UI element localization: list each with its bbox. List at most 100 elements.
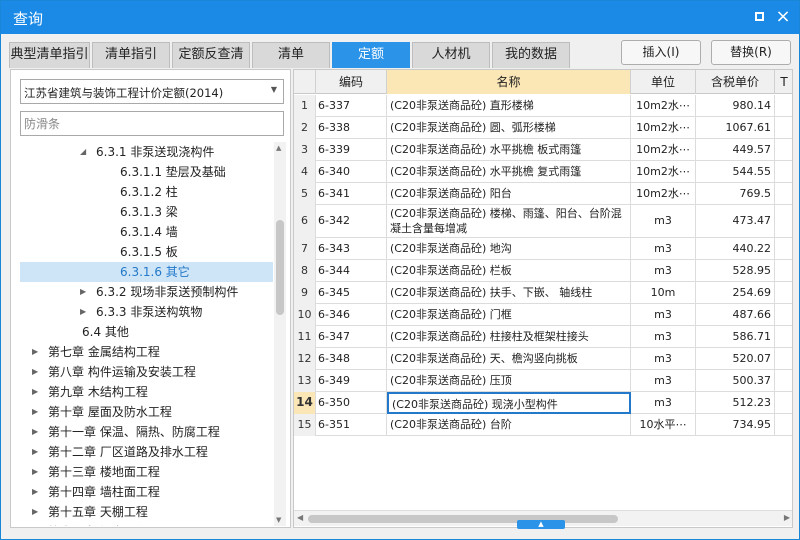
extra-cell[interactable]	[775, 95, 792, 117]
expand-arrow-icon[interactable]: ▶	[80, 302, 90, 322]
tab-typical-list-guide[interactable]: 典型清单指引	[9, 42, 90, 68]
code-cell[interactable]: 6-343	[316, 238, 387, 260]
row-number[interactable]: 5	[294, 183, 316, 205]
name-column-header[interactable]: 名称	[387, 70, 631, 94]
unit-column-header[interactable]: 单位	[631, 70, 696, 94]
code-cell[interactable]: 6-341	[316, 183, 387, 205]
name-cell[interactable]: (C20非泵送商品砼) 栏板	[387, 260, 631, 282]
code-cell[interactable]: 6-342	[316, 205, 387, 238]
price-cell[interactable]: 440.22	[696, 238, 775, 260]
unit-cell[interactable]: 10m	[631, 282, 696, 304]
unit-cell[interactable]: m3	[631, 370, 696, 392]
unit-cell[interactable]: m3	[631, 348, 696, 370]
unit-cell[interactable]: m3	[631, 260, 696, 282]
tree-node[interactable]: ▶ 第八章 构件运输及安装工程	[20, 362, 273, 382]
price-cell[interactable]: 544.55	[696, 161, 775, 183]
name-cell[interactable]: (C20非泵送商品砼) 扶手、下嵌、 轴线柱	[387, 282, 631, 304]
extra-cell[interactable]	[775, 117, 792, 139]
table-row[interactable]: 10 6-346 (C20非泵送商品砼) 门框 m3 487.66	[294, 304, 792, 326]
tab-quota[interactable]: 定额	[332, 42, 410, 68]
table-row[interactable]: 15 6-351 (C20非泵送商品砼) 台阶 10水平⋯ 734.95	[294, 414, 792, 436]
scroll-down-icon[interactable]: ▼	[276, 516, 281, 524]
table-row[interactable]: 12 6-348 (C20非泵送商品砼) 天、檐沟竖向挑板 m3 520.07	[294, 348, 792, 370]
table-row[interactable]: 9 6-345 (C20非泵送商品砼) 扶手、下嵌、 轴线柱 10m 254.69	[294, 282, 792, 304]
name-cell[interactable]: (C20非泵送商品砼) 阳台	[387, 183, 631, 205]
price-cell[interactable]: 1067.61	[696, 117, 775, 139]
code-cell[interactable]: 6-347	[316, 326, 387, 348]
extra-cell[interactable]	[775, 139, 792, 161]
row-number[interactable]: 1	[294, 95, 316, 117]
row-number[interactable]: 15	[294, 414, 316, 436]
extra-cell[interactable]	[775, 392, 792, 414]
unit-cell[interactable]: 10m2水⋯	[631, 183, 696, 205]
scroll-up-icon[interactable]: ▲	[276, 144, 281, 152]
unit-cell[interactable]: 10m2水⋯	[631, 139, 696, 161]
code-cell[interactable]: 6-348	[316, 348, 387, 370]
table-row[interactable]: 4 6-340 (C20非泵送商品砼) 水平挑檐 复式雨篷 10m2水⋯ 544.55	[294, 161, 792, 183]
row-number[interactable]: 12	[294, 348, 316, 370]
price-cell[interactable]: 473.47	[696, 205, 775, 238]
row-number[interactable]: 2	[294, 117, 316, 139]
name-cell[interactable]: (C20非泵送商品砼) 直形楼梯	[387, 95, 631, 117]
unit-cell[interactable]: m3	[631, 326, 696, 348]
price-cell[interactable]: 769.5	[696, 183, 775, 205]
table-row[interactable]: 8 6-344 (C20非泵送商品砼) 栏板 m3 528.95	[294, 260, 792, 282]
row-number[interactable]: 8	[294, 260, 316, 282]
expand-arrow-icon[interactable]: ▶	[32, 382, 42, 402]
price-cell[interactable]: 487.66	[696, 304, 775, 326]
tree-node[interactable]: 6.3.1.3 梁	[20, 202, 273, 222]
price-cell[interactable]: 449.57	[696, 139, 775, 161]
tree-node[interactable]: ▶ 第十一章 保温、隔热、防腐工程	[20, 422, 273, 442]
expand-arrow-icon[interactable]: ▶	[32, 442, 42, 462]
insert-button[interactable]: 插入(I)	[621, 40, 701, 65]
table-row[interactable]: 6 6-342 (C20非泵送商品砼) 楼梯、雨篷、阳台、台阶混凝土含量每增减 m3 4…	[294, 205, 792, 238]
price-cell[interactable]: 980.14	[696, 95, 775, 117]
row-number[interactable]: 3	[294, 139, 316, 161]
unit-cell[interactable]: 10m2水⋯	[631, 95, 696, 117]
tree-node[interactable]: 6.3.1.2 柱	[20, 182, 273, 202]
row-number[interactable]: 9	[294, 282, 316, 304]
extra-cell[interactable]	[775, 348, 792, 370]
table-row[interactable]: 13 6-349 (C20非泵送商品砼) 压顶 m3 500.37	[294, 370, 792, 392]
unit-cell[interactable]: 10m2水⋯	[631, 117, 696, 139]
row-number[interactable]: 4	[294, 161, 316, 183]
maximize-icon[interactable]	[749, 7, 769, 27]
table-row[interactable]: 7 6-343 (C20非泵送商品砼) 地沟 m3 440.22	[294, 238, 792, 260]
tab-list[interactable]: 清单	[252, 42, 330, 68]
code-cell[interactable]: 6-340	[316, 161, 387, 183]
expand-arrow-icon[interactable]: ▶	[32, 522, 42, 526]
table-row[interactable]: 1 6-337 (C20非泵送商品砼) 直形楼梯 10m2水⋯ 980.14	[294, 95, 792, 117]
tree-node[interactable]: ◢ 6.3.1 非泵送现浇构件	[20, 142, 273, 162]
tree-node[interactable]: ▶ 6.3.2 现场非泵送预制构件	[20, 282, 273, 302]
name-cell[interactable]: (C20非泵送商品砼) 楼梯、雨篷、阳台、台阶混凝土含量每增减	[387, 205, 631, 238]
code-cell[interactable]: 6-346	[316, 304, 387, 326]
tree-node[interactable]: 6.3.1.6 其它	[20, 262, 273, 282]
row-number[interactable]: 10	[294, 304, 316, 326]
row-number[interactable]: 11	[294, 326, 316, 348]
row-number[interactable]: 6	[294, 205, 316, 238]
extra-cell[interactable]	[775, 282, 792, 304]
name-cell[interactable]: (C20非泵送商品砼) 地沟	[387, 238, 631, 260]
price-cell[interactable]: 500.37	[696, 370, 775, 392]
tree-node[interactable]: ▶ 6.3.3 非泵送构筑物	[20, 302, 273, 322]
name-cell[interactable]: (C20非泵送商品砼) 水平挑檐 板式雨篷	[387, 139, 631, 161]
tab-quota-reverse[interactable]: 定额反查清单	[172, 42, 250, 86]
name-cell[interactable]: (C20非泵送商品砼) 现浇小型构件	[387, 392, 631, 414]
extra-cell[interactable]	[775, 370, 792, 392]
expand-arrow-icon[interactable]: ▶	[32, 502, 42, 522]
close-icon[interactable]: ×	[773, 7, 793, 27]
code-cell[interactable]: 6-351	[316, 414, 387, 436]
tree-node[interactable]: ▶ 第十六章 门窗工程	[20, 522, 273, 526]
name-cell[interactable]: (C20非泵送商品砼) 台阶	[387, 414, 631, 436]
table-row[interactable]: 2 6-338 (C20非泵送商品砼) 圆、弧形楼梯 10m2水⋯ 1067.61	[294, 117, 792, 139]
replace-button[interactable]: 替换(R)	[711, 40, 791, 65]
code-cell[interactable]: 6-339	[316, 139, 387, 161]
search-input[interactable]	[20, 111, 284, 136]
name-cell[interactable]: (C20非泵送商品砼) 门框	[387, 304, 631, 326]
name-cell[interactable]: (C20非泵送商品砼) 水平挑檐 复式雨篷	[387, 161, 631, 183]
price-column-header[interactable]: 含税单价	[696, 70, 775, 94]
unit-cell[interactable]: 10m2水⋯	[631, 161, 696, 183]
tab-my-data[interactable]: 我的数据	[492, 42, 570, 68]
code-cell[interactable]: 6-338	[316, 117, 387, 139]
code-cell[interactable]: 6-344	[316, 260, 387, 282]
